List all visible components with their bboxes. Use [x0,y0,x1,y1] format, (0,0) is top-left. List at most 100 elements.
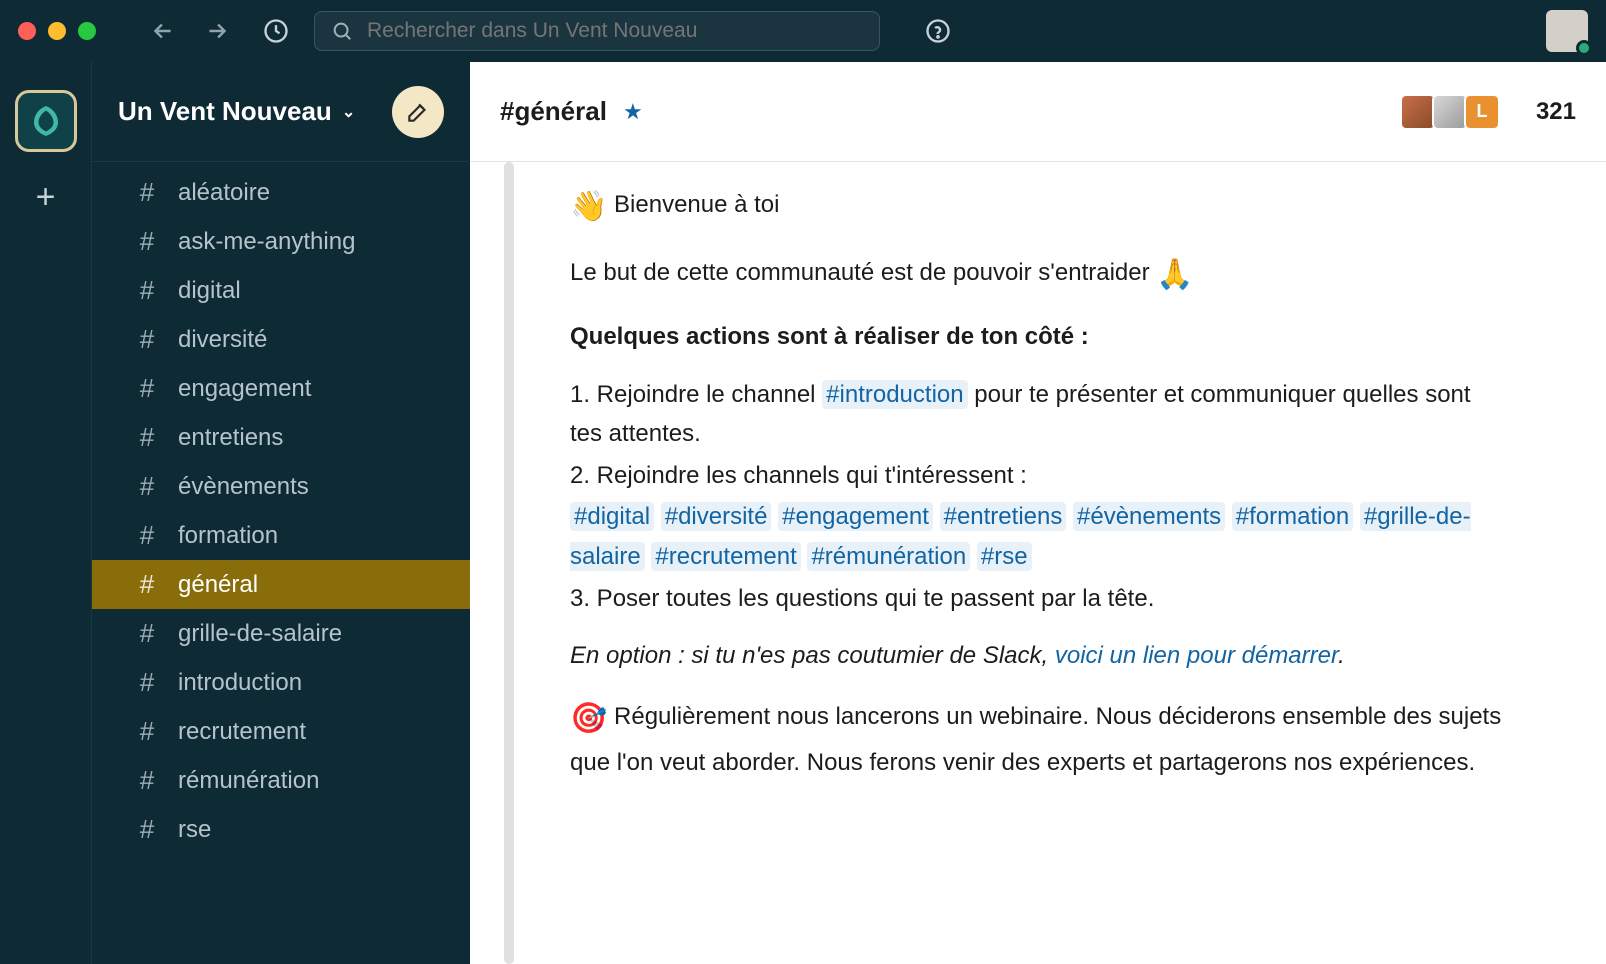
search-icon [331,20,353,42]
channel-diversité[interactable]: # diversité [92,315,470,364]
hash-icon: # [138,471,156,502]
channel-label: ask-me-anything [178,228,355,256]
channel-link[interactable]: #rémunération [807,542,970,571]
sidebar-header: Un Vent Nouveau ⌄ [92,62,470,162]
help-button[interactable] [924,17,952,45]
add-workspace-button[interactable]: + [36,178,56,217]
workspace-name-label: Un Vent Nouveau [118,96,332,127]
top-bar [0,0,1606,62]
channel-link[interactable]: #rse [977,542,1032,571]
channel-list: # aléatoire # ask-me-anything # digital # diver… [92,162,470,964]
member-avatars[interactable]: L [1404,94,1500,130]
channel-rémunération[interactable]: # rémunération [92,756,470,805]
channel-label: général [178,571,258,599]
channel-label: digital [178,277,241,305]
hash-icon: # [138,177,156,208]
sidebar: Un Vent Nouveau ⌄ # aléatoire # ask-me-anyt… [92,62,470,964]
hash-icon: # [138,422,156,453]
channel-label: entretiens [178,424,283,452]
channel-link[interactable]: #recrutement [651,542,800,571]
hash-icon: # [138,520,156,551]
actions-heading: Quelques actions sont à réaliser de ton … [570,317,1506,357]
star-icon[interactable]: ★ [623,99,643,125]
channel-link[interactable]: #diversité [661,502,772,531]
channel-link[interactable]: #formation [1232,502,1353,531]
channel-évènements[interactable]: # évènements [92,462,470,511]
hash-icon: # [138,667,156,698]
content-area: #général ★ L 321 👋 Bienvenue à toi Le bu… [470,62,1606,964]
channel-digital[interactable]: # digital [92,266,470,315]
channel-link-introduction[interactable]: #introduction [822,380,967,409]
compose-button[interactable] [392,86,444,138]
channel-label: introduction [178,669,302,697]
channel-title[interactable]: #général [500,96,607,127]
forward-button[interactable] [204,18,230,44]
workspace-menu[interactable]: Un Vent Nouveau ⌄ [118,96,355,127]
channel-link[interactable]: #engagement [778,502,933,531]
channel-label: évènements [178,473,309,501]
scrollbar[interactable] [504,162,514,964]
workspace-rail: + [0,62,92,964]
hash-icon: # [138,814,156,845]
pinned-message: 👋 Bienvenue à toi Le but de cette commun… [570,182,1506,783]
channel-link[interactable]: #évènements [1073,502,1225,531]
history-button[interactable] [262,17,290,45]
channel-label: grille-de-salaire [178,620,342,648]
channel-engagement[interactable]: # engagement [92,364,470,413]
channel-introduction[interactable]: # introduction [92,658,470,707]
maximize-window-button[interactable] [78,22,96,40]
search-bar[interactable] [314,11,880,51]
channel-link[interactable]: #digital [570,502,654,531]
channel-label: engagement [178,375,311,403]
channel-label: diversité [178,326,267,354]
leaf-icon [28,103,64,139]
channel-aléatoire[interactable]: # aléatoire [92,168,470,217]
channel-label: rémunération [178,767,319,795]
purpose-text: Le but de cette communauté est de pouvoi… [570,259,1150,286]
pray-emoji: 🙏 [1156,258,1193,291]
wave-emoji: 👋 [570,190,607,223]
member-avatar [1432,94,1468,130]
channel-général[interactable]: # général [92,560,470,609]
channel-label: rse [178,816,211,844]
hash-icon: # [138,765,156,796]
history-nav [150,18,230,44]
option-post: . [1338,642,1345,669]
step2-links: #digital #diversité #engagement #entreti… [570,497,1506,576]
hash-icon: # [138,716,156,747]
channel-link[interactable]: #entretiens [940,502,1067,531]
search-input[interactable] [367,19,863,43]
hash-icon: # [138,569,156,600]
workspace-switcher[interactable] [15,90,77,152]
member-count[interactable]: 321 [1536,98,1576,126]
window-controls [18,22,96,40]
close-window-button[interactable] [18,22,36,40]
hash-icon: # [138,226,156,257]
minimize-window-button[interactable] [48,22,66,40]
member-avatar [1400,94,1436,130]
back-button[interactable] [150,18,176,44]
channel-recrutement[interactable]: # recrutement [92,707,470,756]
member-avatar: L [1464,94,1500,130]
hash-icon: # [138,373,156,404]
slack-help-link[interactable]: voici un lien pour démarrer [1055,642,1338,669]
channel-formation[interactable]: # formation [92,511,470,560]
channel-label: aléatoire [178,179,270,207]
step1-pre: 1. Rejoindre le channel [570,381,822,408]
message-area: 👋 Bienvenue à toi Le but de cette commun… [470,162,1606,964]
hash-icon: # [138,275,156,306]
step3: 3. Poser toutes les questions qui te pas… [570,579,1506,619]
hash-icon: # [138,324,156,355]
hash-icon: # [138,618,156,649]
user-avatar[interactable] [1546,10,1588,52]
channel-grille-de-salaire[interactable]: # grille-de-salaire [92,609,470,658]
step2-pre: 2. Rejoindre les channels qui t'intéress… [570,456,1506,496]
channel-ask-me-anything[interactable]: # ask-me-anything [92,217,470,266]
channel-label: formation [178,522,278,550]
webinar-text: Régulièrement nous lancerons un webinair… [570,703,1501,777]
option-pre: En option : si tu n'es pas coutumier de … [570,642,1055,669]
channel-entretiens[interactable]: # entretiens [92,413,470,462]
channel-rse[interactable]: # rse [92,805,470,854]
welcome-text: Bienvenue à toi [614,191,779,218]
channel-label: recrutement [178,718,306,746]
